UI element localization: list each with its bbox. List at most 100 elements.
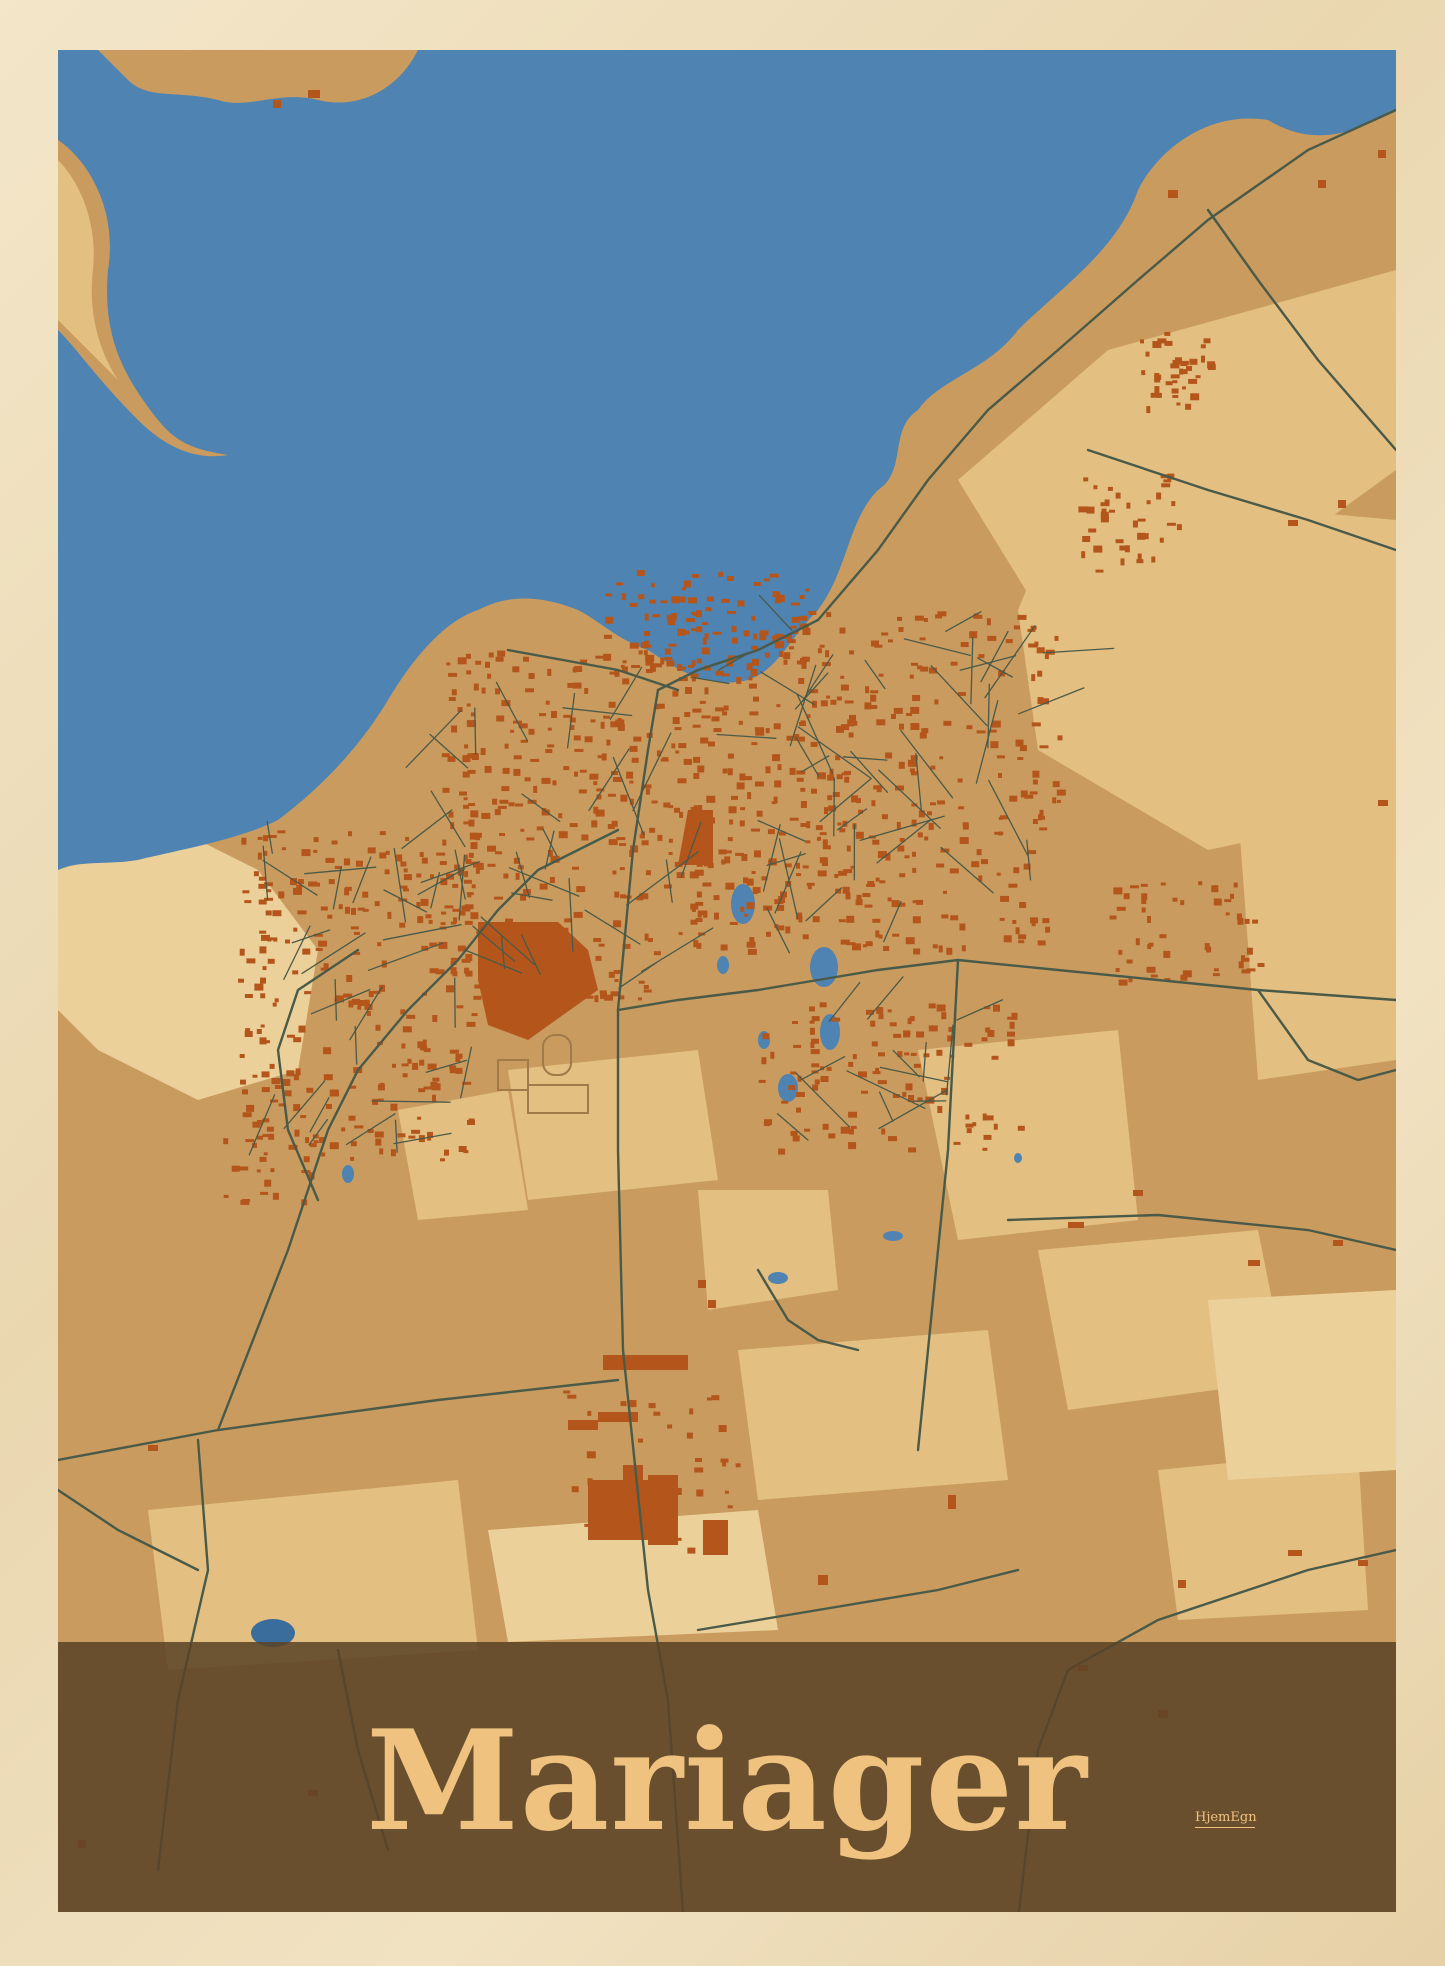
building — [1241, 969, 1251, 974]
building — [727, 1505, 733, 1509]
building — [254, 983, 264, 991]
building — [864, 904, 873, 908]
building — [706, 596, 714, 602]
building — [645, 788, 650, 795]
building — [960, 642, 969, 647]
building — [444, 905, 454, 909]
building — [480, 748, 486, 755]
building — [919, 732, 927, 739]
building — [851, 795, 859, 803]
building — [675, 750, 680, 754]
building — [792, 1135, 800, 1142]
building — [402, 888, 409, 892]
building — [1166, 522, 1176, 526]
building — [590, 719, 596, 723]
building — [693, 613, 698, 617]
building — [871, 800, 876, 807]
building — [466, 653, 471, 659]
building — [872, 918, 881, 923]
building — [910, 1052, 917, 1056]
building — [1082, 536, 1091, 542]
building — [1018, 934, 1027, 940]
building — [844, 700, 854, 704]
building — [466, 1021, 476, 1027]
building — [550, 999, 556, 1004]
building — [876, 785, 882, 793]
building — [899, 723, 904, 730]
building — [1233, 882, 1238, 888]
building — [467, 1120, 475, 1125]
building — [902, 1091, 907, 1097]
building — [1180, 362, 1188, 366]
building — [908, 1147, 917, 1153]
building — [539, 883, 548, 890]
building — [1123, 893, 1130, 900]
building — [1252, 919, 1259, 924]
building — [258, 876, 266, 881]
building — [492, 798, 498, 805]
building — [1179, 368, 1184, 375]
building — [840, 675, 845, 679]
building — [999, 917, 1005, 921]
building — [696, 942, 702, 949]
building — [473, 995, 482, 1000]
building — [790, 1071, 797, 1075]
building — [567, 1394, 577, 1399]
building — [727, 610, 737, 614]
building — [799, 595, 805, 600]
building — [495, 851, 503, 855]
building — [350, 1156, 355, 1161]
building — [223, 1194, 229, 1198]
building — [1189, 358, 1198, 365]
building — [315, 948, 323, 951]
building — [439, 861, 447, 865]
building — [699, 910, 708, 916]
building — [1188, 378, 1198, 384]
building — [766, 931, 771, 937]
building — [817, 836, 821, 841]
building — [1011, 1012, 1018, 1020]
building — [1200, 344, 1206, 349]
building — [837, 822, 842, 826]
building — [379, 852, 387, 859]
building — [1115, 539, 1124, 544]
building — [776, 704, 781, 708]
building — [440, 922, 446, 926]
brand-underline — [1195, 1827, 1255, 1828]
building — [906, 713, 913, 716]
building — [772, 754, 781, 762]
building — [800, 801, 807, 808]
building — [1115, 492, 1121, 499]
building — [411, 1129, 421, 1134]
building — [487, 863, 496, 867]
building — [272, 1002, 277, 1007]
building — [1008, 883, 1018, 888]
building — [883, 946, 890, 951]
building — [695, 1458, 702, 1462]
building — [451, 725, 458, 733]
building — [468, 852, 474, 858]
building — [822, 1123, 829, 1130]
building — [683, 758, 692, 765]
building — [638, 997, 642, 1001]
building — [513, 755, 522, 760]
building — [450, 921, 456, 925]
building — [881, 1128, 886, 1135]
building — [769, 573, 779, 578]
building — [644, 613, 649, 621]
building — [1028, 643, 1038, 648]
building — [649, 827, 656, 833]
building — [694, 869, 704, 876]
building — [600, 1523, 610, 1529]
building — [953, 1141, 961, 1145]
building — [495, 967, 500, 972]
building — [706, 1397, 712, 1401]
building — [1017, 757, 1024, 760]
building — [781, 1100, 789, 1104]
building — [240, 1199, 250, 1205]
building — [1093, 485, 1098, 490]
building — [713, 895, 720, 901]
building — [245, 1139, 255, 1143]
building — [693, 756, 701, 763]
building — [937, 1106, 943, 1113]
